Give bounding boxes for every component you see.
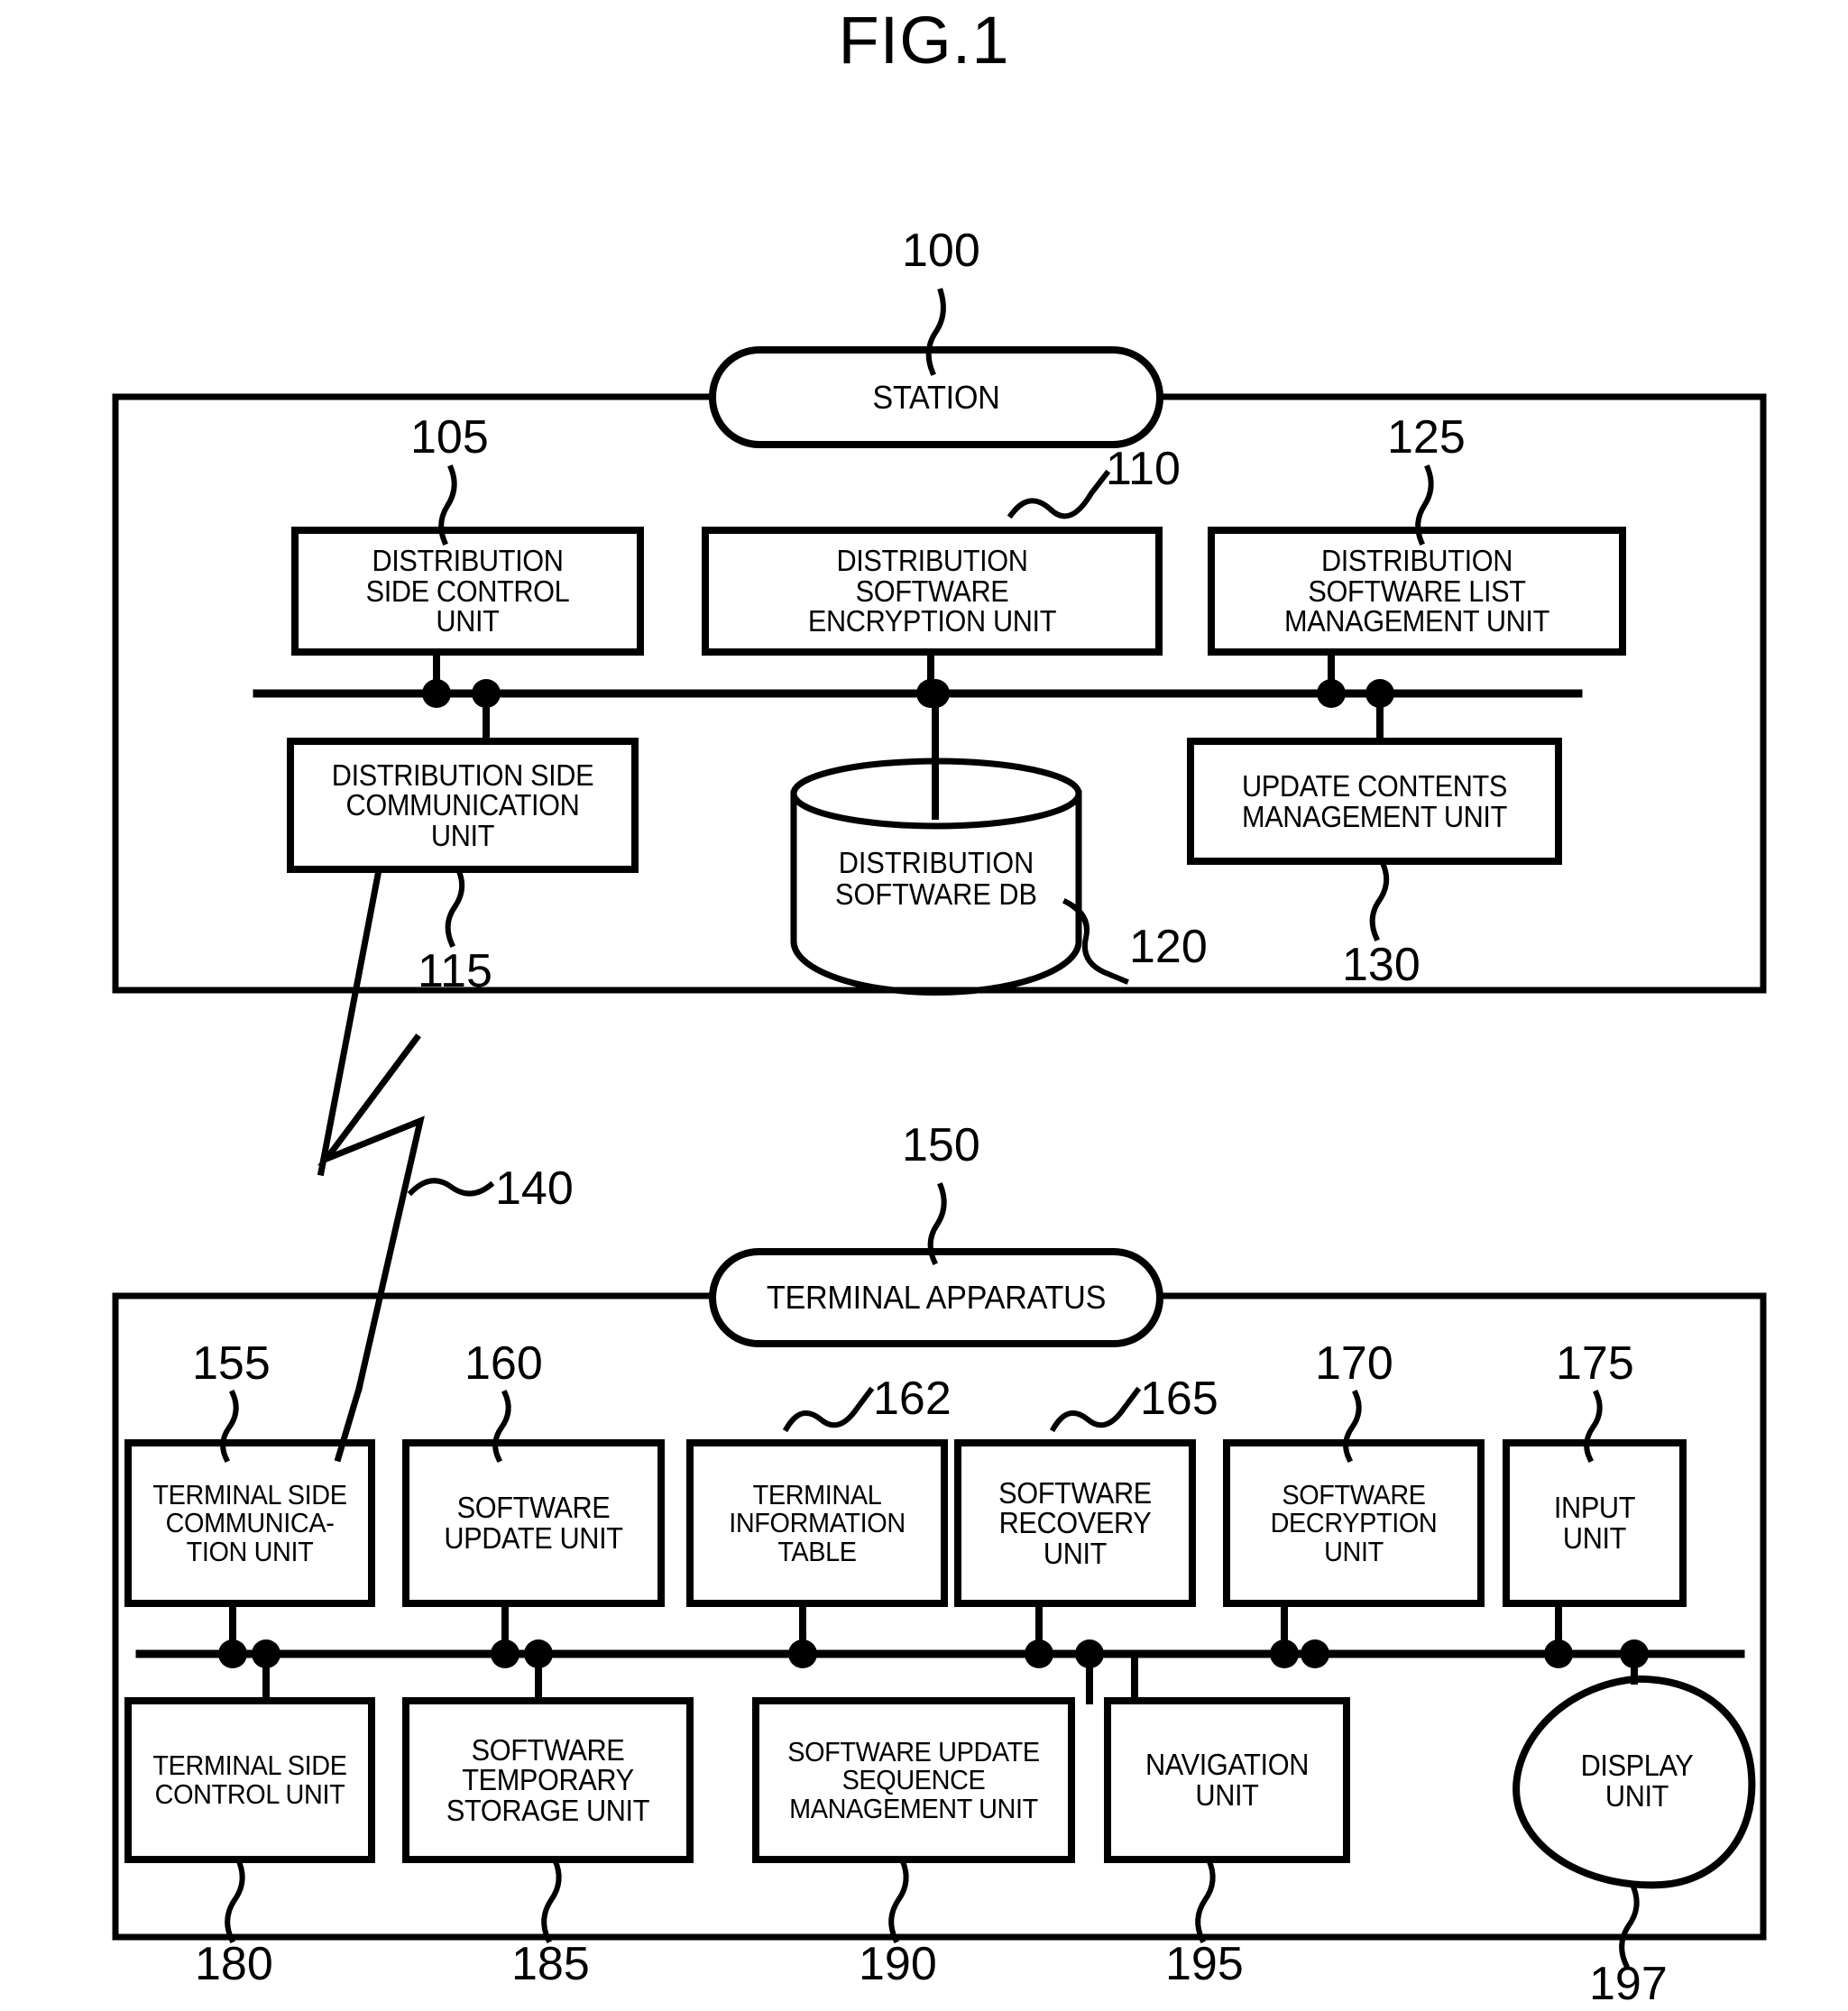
station-header-label: STATION bbox=[872, 378, 1000, 416]
bus-dot bbox=[422, 679, 451, 708]
blob-label-197: DISPLAY UNIT bbox=[1580, 1749, 1694, 1813]
ref-170: 170 bbox=[1315, 1337, 1393, 1390]
box-label-195: NAVIGATION UNIT bbox=[1145, 1748, 1310, 1812]
ref-130: 130 bbox=[1342, 939, 1420, 991]
leader-115 bbox=[445, 866, 465, 948]
ref-195: 195 bbox=[1165, 1938, 1244, 1990]
ref-150: 150 bbox=[902, 1119, 980, 1171]
bus-dot bbox=[1075, 1639, 1104, 1668]
box-label-162: TERMINAL INFORMATION TABLE bbox=[729, 1478, 906, 1567]
leader-140 bbox=[407, 1178, 495, 1197]
bus-dot bbox=[1317, 679, 1346, 708]
ref-175: 175 bbox=[1556, 1337, 1634, 1390]
ref-165: 165 bbox=[1140, 1373, 1218, 1425]
box-label-175: INPUT UNIT bbox=[1553, 1491, 1636, 1555]
leader-197 bbox=[1619, 1881, 1640, 1970]
bus-dot bbox=[921, 679, 950, 708]
box-label-130: UPDATE CONTENTS MANAGEMENT UNIT bbox=[1242, 768, 1507, 833]
ref-110: 110 bbox=[1106, 443, 1181, 495]
bus-dot bbox=[218, 1639, 247, 1668]
ref-100: 100 bbox=[902, 225, 980, 277]
box-label-125: DISTRIBUTION SOFTWARE LIST MANAGEMENT UN… bbox=[1284, 544, 1549, 638]
db-label-120: DISTRIBUTION SOFTWARE DB bbox=[835, 846, 1037, 911]
bus-dot bbox=[1620, 1639, 1649, 1668]
ref-190: 190 bbox=[859, 1938, 937, 1990]
ref-140: 140 bbox=[495, 1162, 574, 1215]
bus-dot bbox=[788, 1639, 817, 1668]
box-label-165: SOFTWARE RECOVERY UNIT bbox=[998, 1475, 1152, 1570]
ref-155: 155 bbox=[192, 1337, 271, 1390]
ref-105: 105 bbox=[410, 411, 489, 464]
leader-165 bbox=[1049, 1386, 1142, 1433]
box-label-105: DISTRIBUTION SIDE CONTROL UNIT bbox=[365, 544, 570, 638]
lightning-bolt-140 bbox=[317, 1033, 425, 1393]
terminal-header-label: TERMINAL APPARATUS bbox=[766, 1279, 1107, 1316]
box-label-160: SOFTWARE UPDATE UNIT bbox=[444, 1491, 623, 1555]
ref-160: 160 bbox=[464, 1337, 543, 1390]
figure-canvas: FIG.1 STATION 100 DISTRIBUTION SIDE CONT… bbox=[0, 0, 1848, 2010]
leader-120 bbox=[1062, 897, 1129, 985]
bus-dot bbox=[1270, 1639, 1299, 1668]
bus-dot bbox=[1301, 1639, 1329, 1668]
ref-197: 197 bbox=[1589, 1958, 1668, 2010]
bus-dot bbox=[252, 1639, 280, 1668]
bus-dot bbox=[472, 679, 501, 708]
leader-185 bbox=[541, 1856, 562, 1944]
bus-dot bbox=[1544, 1639, 1573, 1668]
ref-185: 185 bbox=[511, 1938, 590, 1990]
box-label-110: DISTRIBUTION SOFTWARE ENCRYPTION UNIT bbox=[807, 544, 1057, 638]
box-label-155: TERMINAL SIDE COMMUNICA- TION UNIT bbox=[152, 1478, 347, 1567]
bus-dot bbox=[491, 1639, 519, 1668]
ref-125: 125 bbox=[1387, 411, 1466, 464]
bus-dot bbox=[1365, 679, 1394, 708]
ref-162: 162 bbox=[873, 1373, 952, 1425]
box-label-190: SOFTWARE UPDATE SEQUENCE MANAGEMENT UNIT bbox=[787, 1735, 1040, 1824]
box-label-115: DISTRIBUTION SIDE COMMUNICATION UNIT bbox=[331, 758, 594, 852]
leader-130 bbox=[1369, 859, 1390, 941]
ref-180: 180 bbox=[195, 1938, 273, 1990]
leader-190 bbox=[888, 1856, 909, 1944]
box-label-170: SOFTWARE DECRYPTION UNIT bbox=[1270, 1478, 1438, 1567]
leader-195 bbox=[1195, 1856, 1216, 1944]
box-label-185: SOFTWARE TEMPORARY STORAGE UNIT bbox=[446, 1732, 650, 1827]
ref-120: 120 bbox=[1129, 921, 1208, 973]
leader-110 bbox=[1007, 469, 1111, 519]
leader-180 bbox=[225, 1856, 245, 1944]
leader-162 bbox=[782, 1386, 875, 1433]
bus-dot bbox=[524, 1639, 553, 1668]
box-label-180: TERMINAL SIDE CONTROL UNIT bbox=[152, 1749, 347, 1810]
ref-115: 115 bbox=[418, 945, 492, 997]
bus-dot bbox=[1025, 1639, 1053, 1668]
